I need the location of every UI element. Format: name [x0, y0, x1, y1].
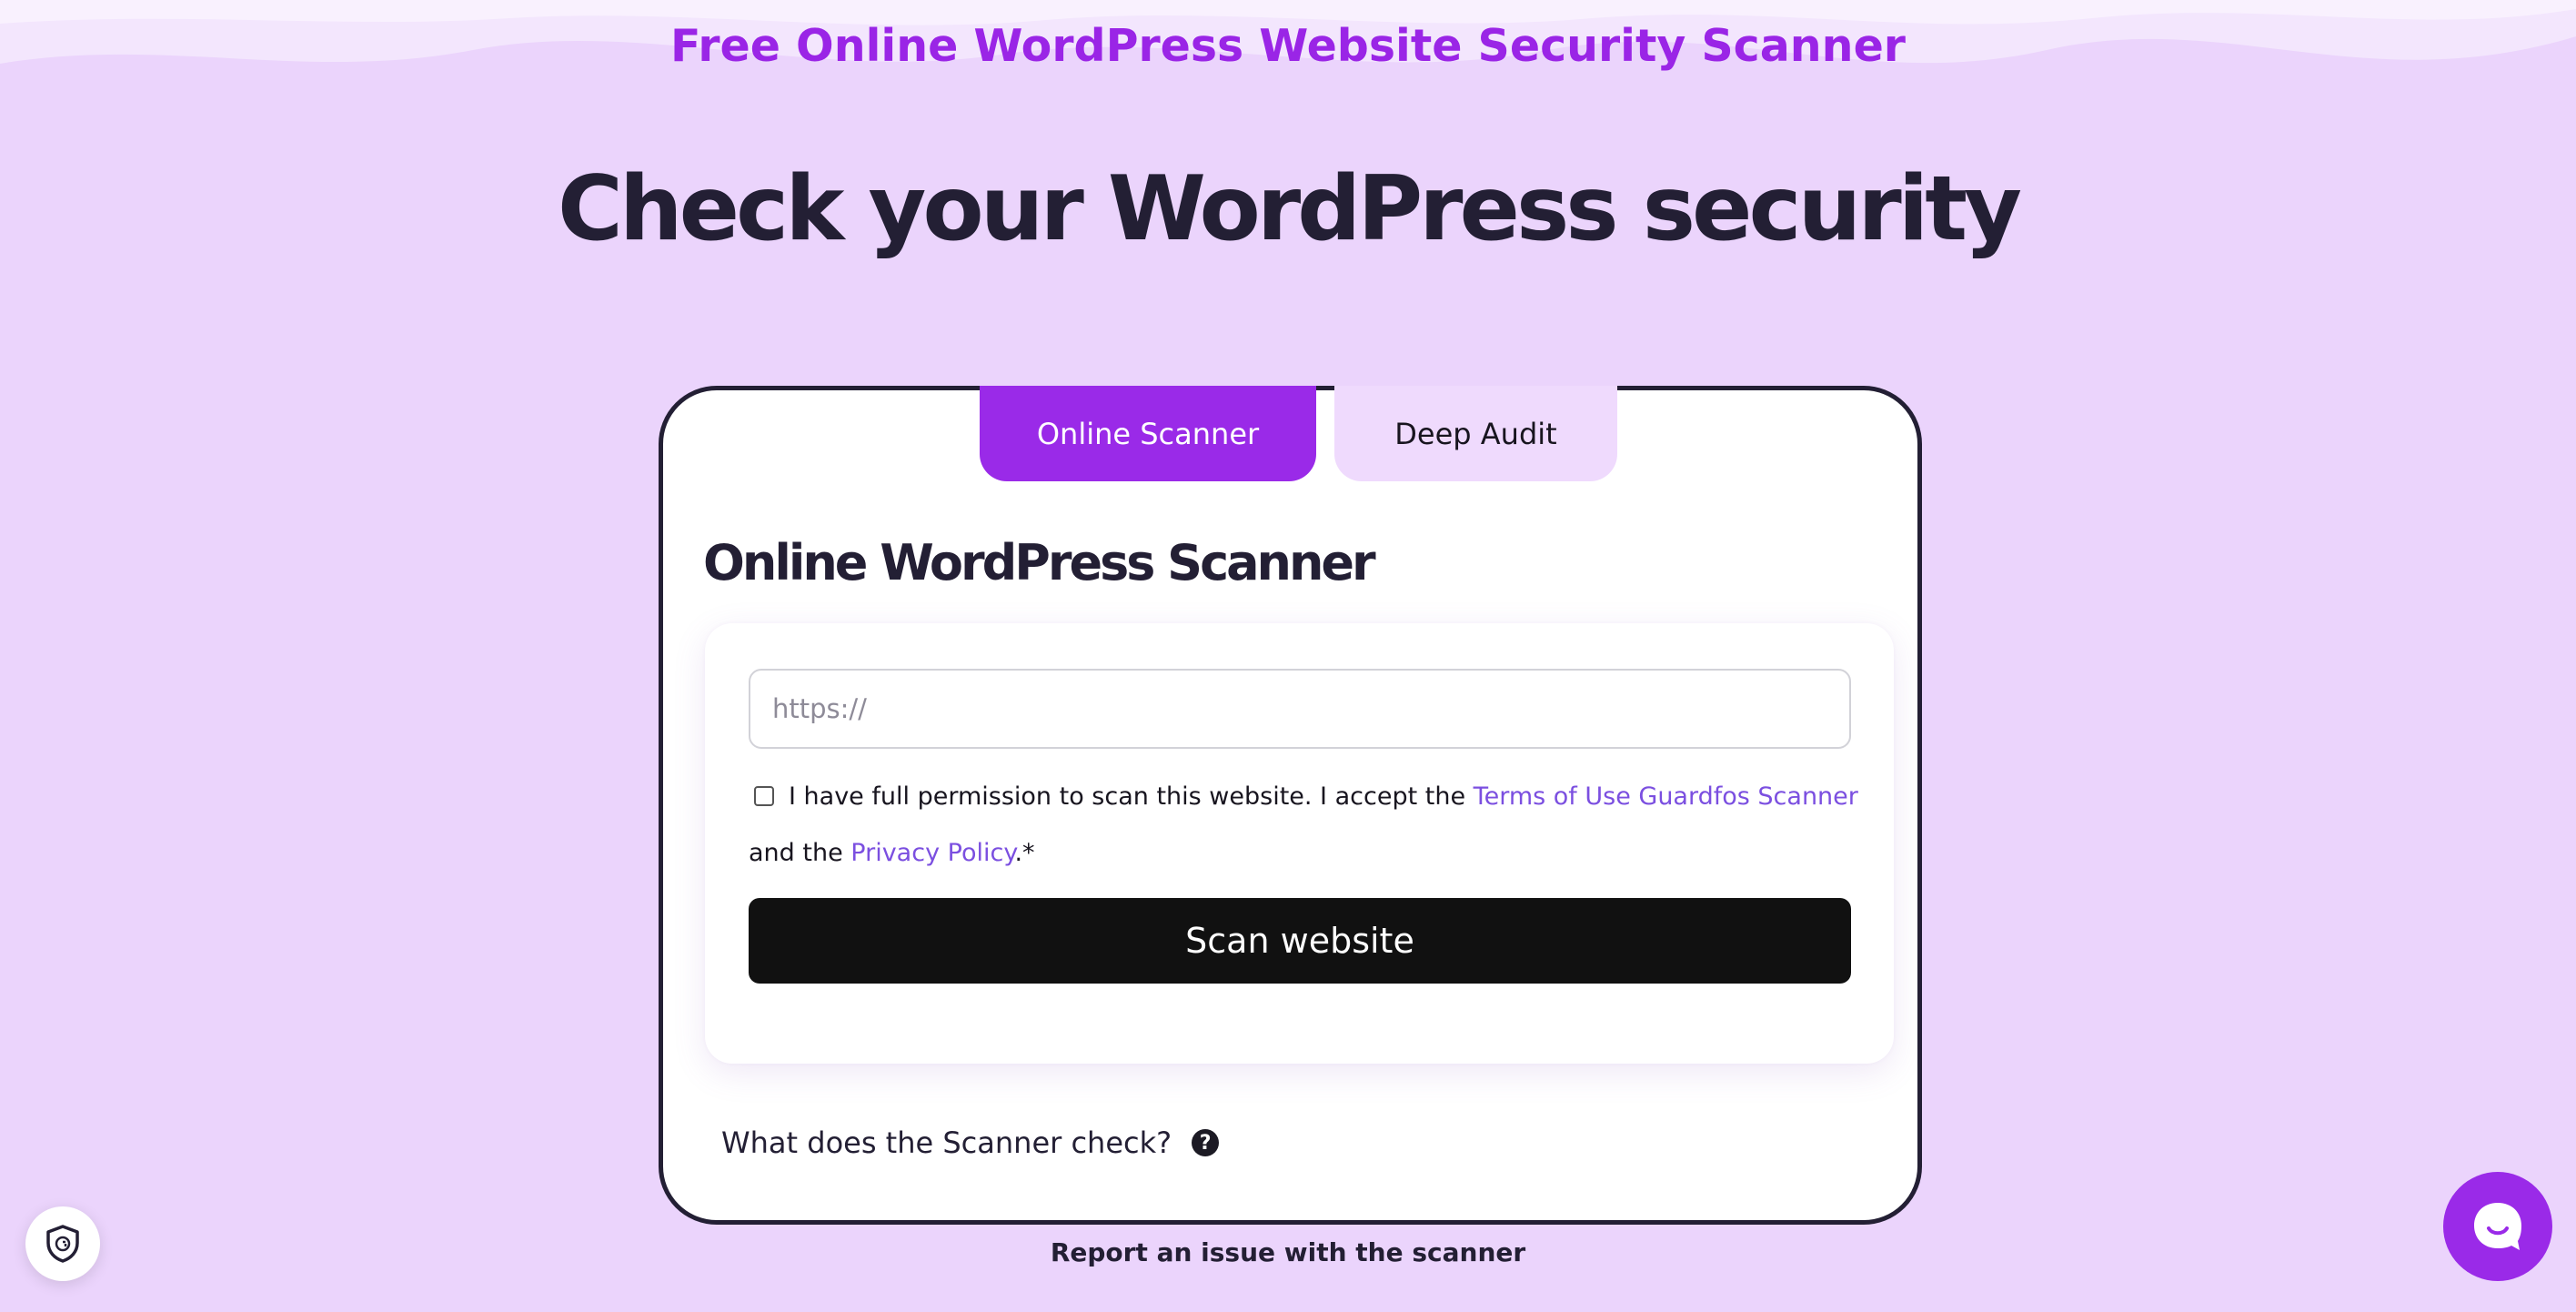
- page-title: Check your WordPress security: [557, 157, 2022, 261]
- security-badge-button[interactable]: [25, 1206, 100, 1281]
- shield-icon: [46, 1225, 79, 1263]
- privacy-link[interactable]: Privacy Policy: [850, 839, 1014, 867]
- scanner-card: Online Scanner Deep Audit Online WordPre…: [659, 386, 1922, 1225]
- chat-bubble-icon: [2474, 1203, 2521, 1250]
- scan-website-button[interactable]: Scan website: [749, 898, 1851, 984]
- faq-label: What does the Scanner check?: [721, 1125, 1172, 1160]
- tab-online-scanner[interactable]: Online Scanner: [980, 386, 1316, 481]
- consent-checkbox[interactable]: [754, 786, 774, 806]
- consent-middle: and the: [749, 839, 843, 867]
- scanner-title: Online WordPress Scanner: [703, 534, 1376, 591]
- chat-launcher-button[interactable]: [2443, 1172, 2552, 1281]
- question-circle-icon: ?: [1192, 1129, 1220, 1156]
- report-issue-link[interactable]: Report an issue with the scanner: [0, 1237, 2576, 1267]
- consent-text: I have full permission to scan this webs…: [749, 769, 1858, 882]
- terms-link[interactable]: Terms of Use Guardfos Scanner: [1474, 782, 1858, 811]
- consent-prefix: I have full permission to scan this webs…: [789, 782, 1466, 811]
- tab-deep-audit[interactable]: Deep Audit: [1334, 386, 1617, 481]
- consent-suffix: .*: [1014, 839, 1035, 867]
- page-eyebrow: Free Online WordPress Website Security S…: [670, 20, 1906, 72]
- faq-toggle[interactable]: What does the Scanner check? ?: [721, 1125, 1220, 1160]
- scan-form: I have full permission to scan this webs…: [705, 623, 1894, 1064]
- url-input[interactable]: [749, 669, 1851, 749]
